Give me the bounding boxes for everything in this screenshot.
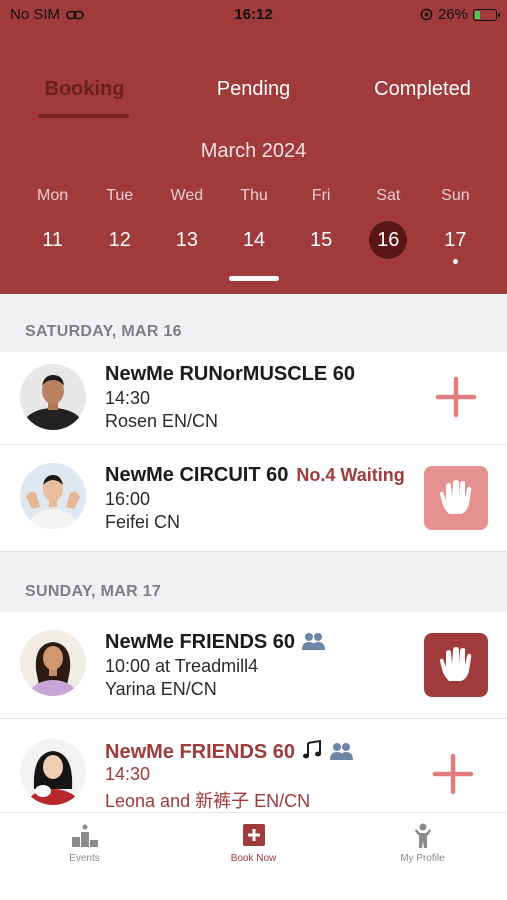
class-title: NewMe FRIENDS 60 — [105, 631, 296, 653]
status-bar: No SIM 16:12 26% — [0, 0, 507, 28]
avatar — [20, 630, 86, 696]
class-title-line: NewMe CIRCUIT 60 No.4 Waiting — [105, 464, 405, 487]
battery-percent: 26% — [437, 6, 468, 23]
add-booking-button[interactable] — [431, 752, 475, 796]
day-15[interactable]: 15 — [288, 221, 355, 259]
class-instructor: Yarina EN/CN — [105, 679, 217, 699]
avatar — [20, 364, 86, 430]
tabbar-label: Events — [69, 853, 100, 864]
weekday-label: Tue — [106, 187, 134, 204]
section-header-saturday: SATURDAY, MAR 16 — [0, 294, 507, 352]
day-12[interactable]: 12 — [86, 221, 153, 259]
day-number: 14 — [242, 229, 266, 251]
weekday-label: Wed — [170, 187, 204, 204]
raised-hand-icon — [440, 647, 472, 681]
music-icon — [303, 739, 322, 759]
avatar — [20, 739, 86, 805]
tab-pending[interactable]: Pending — [169, 70, 338, 120]
group-icon — [302, 633, 326, 650]
class-time: 10:00 at Treadmill4 — [105, 656, 259, 676]
class-instructor: Leona and 新裤子 EN/CN — [105, 791, 311, 811]
bottom-tab-bar: Events Book Now My Profile — [0, 812, 507, 900]
waitlist-status: No.4 Waiting — [296, 465, 405, 485]
weekday-label: Sat — [376, 187, 401, 204]
tabbar-my-profile[interactable]: My Profile — [338, 813, 507, 900]
class-time: 16:00 — [105, 489, 151, 509]
weekday-label: Fri — [311, 187, 331, 204]
person-icon — [414, 823, 431, 848]
day-number: 11 — [42, 229, 63, 251]
plus-square-icon — [242, 824, 265, 846]
weekday-label: Sun — [441, 187, 470, 204]
podium-icon — [71, 824, 98, 847]
class-time: 14:30 — [105, 764, 151, 784]
class-row[interactable]: NewMe FRIENDS 60 14:30 Leona and 新裤子 EN/… — [0, 719, 507, 812]
class-time: 14:30 — [105, 388, 151, 408]
booking-tabs: Booking Pending Completed — [0, 70, 507, 120]
raised-hand-icon — [440, 480, 472, 514]
class-title-line: NewMe FRIENDS 60 — [105, 631, 327, 654]
class-row[interactable]: NewMe CIRCUIT 60 No.4 Waiting 16:00 Feife… — [0, 445, 507, 552]
tabbar-book-now[interactable]: Book Now — [169, 813, 338, 900]
class-row[interactable]: NewMe RUNorMUSCLE 60 14:30 Rosen EN/CN — [0, 352, 507, 445]
section-header-sunday: SUNDAY, MAR 17 — [0, 552, 507, 612]
class-row[interactable]: NewMe FRIENDS 60 10:00 at Treadmill4 Yar… — [0, 612, 507, 719]
day-number: 13 — [175, 229, 198, 251]
class-title: NewMe CIRCUIT 60 — [105, 464, 289, 486]
month-label: March 2024 — [200, 140, 307, 162]
weekday-label: Mon — [37, 187, 69, 204]
day-number: 16 — [377, 229, 400, 251]
day-number: 15 — [310, 229, 333, 251]
group-icon — [330, 743, 354, 760]
day-11[interactable]: 11 — [19, 221, 86, 259]
class-title: NewMe FRIENDS 60 — [105, 741, 296, 763]
class-instructor: Feifei CN — [105, 512, 181, 532]
day-14[interactable]: 14 — [220, 221, 287, 259]
tab-booking[interactable]: Booking — [0, 70, 169, 120]
add-booking-button[interactable] — [434, 375, 478, 419]
battery-level — [475, 10, 480, 19]
has-classes-dot — [452, 259, 458, 264]
day-number: 17 — [444, 229, 467, 251]
calendar-drag-handle[interactable] — [229, 276, 279, 281]
day-row: 11 12 13 14 15 16 17 — [19, 221, 489, 264]
avatar — [20, 463, 86, 529]
battery-icon — [473, 8, 500, 21]
tab-completed[interactable]: Completed — [338, 70, 507, 120]
waitlist-hand-button[interactable] — [424, 466, 488, 530]
tabbar-label: Book Now — [230, 853, 277, 864]
day-number: 12 — [108, 229, 131, 251]
orientation-lock-icon — [420, 8, 433, 21]
class-title: NewMe RUNorMUSCLE 60 — [105, 363, 356, 385]
day-17[interactable]: 17 — [422, 221, 489, 264]
weekday-row: Mon Tue Wed Thu Fri Sat Sun — [19, 187, 489, 205]
class-title-line: NewMe FRIENDS 60 — [105, 739, 355, 764]
booked-hand-button[interactable] — [424, 633, 488, 697]
day-16-selected[interactable]: 16 — [355, 221, 422, 259]
day-13[interactable]: 13 — [153, 221, 220, 259]
weekday-label: Thu — [240, 187, 268, 204]
tabbar-label: My Profile — [400, 853, 445, 864]
class-instructor: Rosen EN/CN — [105, 411, 219, 431]
week-calendar: March 2024 Mon Tue Wed Thu Fri Sat Sun 1… — [0, 118, 507, 294]
header: No SIM 16:12 26% Booking Pending Complet… — [0, 0, 507, 294]
tabbar-events[interactable]: Events — [0, 813, 169, 900]
